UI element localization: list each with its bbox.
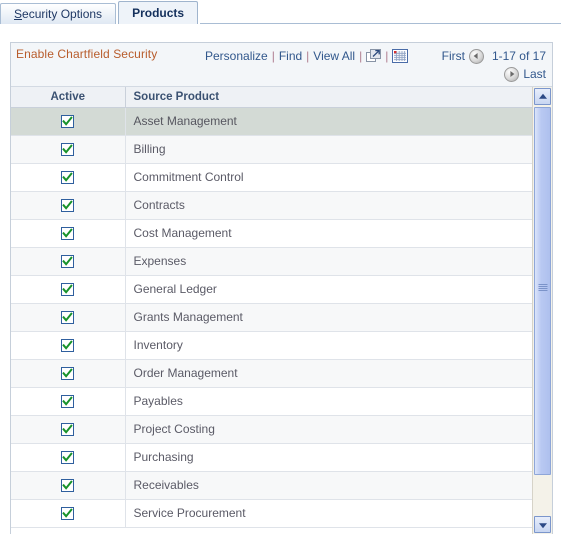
cell-source-product: Project Costing (125, 415, 532, 444)
active-checkbox[interactable] (61, 311, 75, 325)
active-checkbox[interactable] (61, 451, 75, 465)
pager-last-label[interactable]: Last (523, 65, 546, 83)
tab-products-label: Products (132, 6, 185, 20)
cell-source-product: Service Procurement (125, 499, 532, 528)
active-checkbox[interactable] (61, 423, 75, 437)
active-checkbox[interactable] (61, 227, 75, 241)
active-checkbox[interactable] (61, 339, 75, 353)
tab-products[interactable]: Products (118, 1, 199, 24)
personalize-link[interactable]: Personalize (205, 49, 268, 63)
table-row[interactable]: Order Management (11, 359, 532, 388)
pager-range: 1-17 of 17 (491, 49, 546, 63)
tab-security-options-accel: S (14, 7, 23, 21)
arrow-right-icon[interactable] (504, 66, 520, 82)
cell-active (11, 387, 126, 416)
grid-action-links: Personalize | Find | View All | | (205, 49, 409, 63)
table-row[interactable]: Project Costing (11, 415, 532, 444)
grid-header-bar: Enable Chartfield Security Personalize |… (11, 43, 552, 87)
find-link[interactable]: Find (279, 49, 302, 63)
active-checkbox[interactable] (61, 367, 75, 381)
cell-active (11, 191, 126, 220)
active-checkbox[interactable] (61, 507, 75, 521)
table-row[interactable]: Payables (11, 387, 532, 416)
cell-source-product: Order Management (125, 359, 532, 388)
arrow-left-icon[interactable] (468, 48, 484, 64)
cell-source-product: Asset Management (125, 107, 532, 136)
grid-table-container: Active Source Product Asset Management Bi… (11, 87, 552, 534)
table-row[interactable]: Inventory (11, 331, 532, 360)
tab-security-options-label: ecurity Options (22, 7, 103, 21)
cell-source-product: Billing (125, 135, 532, 164)
scrollbar-thumb[interactable] (534, 107, 551, 475)
cell-source-product: Grants Management (125, 303, 532, 332)
link-separator-2: | (306, 49, 310, 63)
table-row[interactable]: Grants Management (11, 303, 532, 332)
scrollbar-grip (538, 284, 547, 292)
pager-first-label[interactable]: First (442, 47, 465, 65)
tab-filler (200, 3, 561, 24)
active-checkbox[interactable] (61, 255, 75, 269)
vertical-scrollbar[interactable] (532, 87, 552, 534)
table-body: Asset Management Billing Commitment Contro… (11, 107, 532, 528)
link-separator-3: | (359, 49, 363, 63)
cell-source-product: Purchasing (125, 443, 532, 472)
active-checkbox[interactable] (61, 143, 75, 157)
table-row[interactable]: Receivables (11, 471, 532, 500)
table-row[interactable]: Billing (11, 135, 532, 164)
table-row[interactable]: Asset Management (11, 107, 532, 136)
cell-active (11, 443, 126, 472)
cell-source-product: Inventory (125, 331, 532, 360)
cell-active (11, 303, 126, 332)
cell-source-product: Cost Management (125, 219, 532, 248)
new-window-icon[interactable] (366, 49, 382, 63)
cell-source-product: Expenses (125, 247, 532, 276)
table-row[interactable]: Cost Management (11, 219, 532, 248)
column-header-active[interactable]: Active (11, 87, 126, 108)
table-row[interactable]: Commitment Control (11, 163, 532, 192)
table-row[interactable]: Contracts (11, 191, 532, 220)
cell-source-product: Contracts (125, 191, 532, 220)
cell-active (11, 471, 126, 500)
column-header-source-product[interactable]: Source Product (125, 87, 532, 108)
cell-active (11, 359, 126, 388)
table-row[interactable]: Purchasing (11, 443, 532, 472)
tab-bar: Security Options Products (0, 0, 561, 25)
cell-source-product: Commitment Control (125, 163, 532, 192)
cell-active (11, 499, 126, 528)
cell-active (11, 107, 126, 136)
pager-row-first: First 1-17 of 17 (414, 47, 546, 65)
cell-active (11, 135, 126, 164)
cell-active (11, 331, 126, 360)
tab-security-options[interactable]: Security Options (0, 3, 117, 24)
active-checkbox[interactable] (61, 283, 75, 297)
cell-active (11, 415, 126, 444)
cell-active (11, 163, 126, 192)
products-table: Active Source Product Asset Management Bi… (11, 87, 532, 528)
view-all-link[interactable]: View All (313, 49, 355, 63)
pager-row-last: Last (414, 65, 546, 83)
table-row[interactable]: Service Procurement (11, 499, 532, 528)
download-spreadsheet-icon[interactable] (392, 49, 409, 63)
cell-source-product: Receivables (125, 471, 532, 500)
grid-pager: First 1-17 of 17 Last (414, 47, 546, 83)
active-checkbox[interactable] (61, 115, 75, 129)
cell-source-product: General Ledger (125, 275, 532, 304)
active-checkbox[interactable] (61, 199, 75, 213)
table-header-row: Active Source Product (11, 87, 532, 108)
cell-active (11, 247, 126, 276)
cell-active (11, 219, 126, 248)
table-row[interactable]: General Ledger (11, 275, 532, 304)
grid-title: Enable Chartfield Security (16, 47, 158, 61)
link-separator-1: | (271, 49, 275, 63)
active-checkbox[interactable] (61, 395, 75, 409)
active-checkbox[interactable] (61, 171, 75, 185)
active-checkbox[interactable] (61, 479, 75, 493)
chartfield-security-panel: Enable Chartfield Security Personalize |… (10, 42, 553, 534)
link-separator-4: | (385, 49, 389, 63)
scroll-up-icon[interactable] (534, 88, 551, 105)
table-row[interactable]: Expenses (11, 247, 532, 276)
cell-active (11, 275, 126, 304)
cell-source-product: Payables (125, 387, 532, 416)
scroll-down-icon[interactable] (534, 516, 551, 533)
